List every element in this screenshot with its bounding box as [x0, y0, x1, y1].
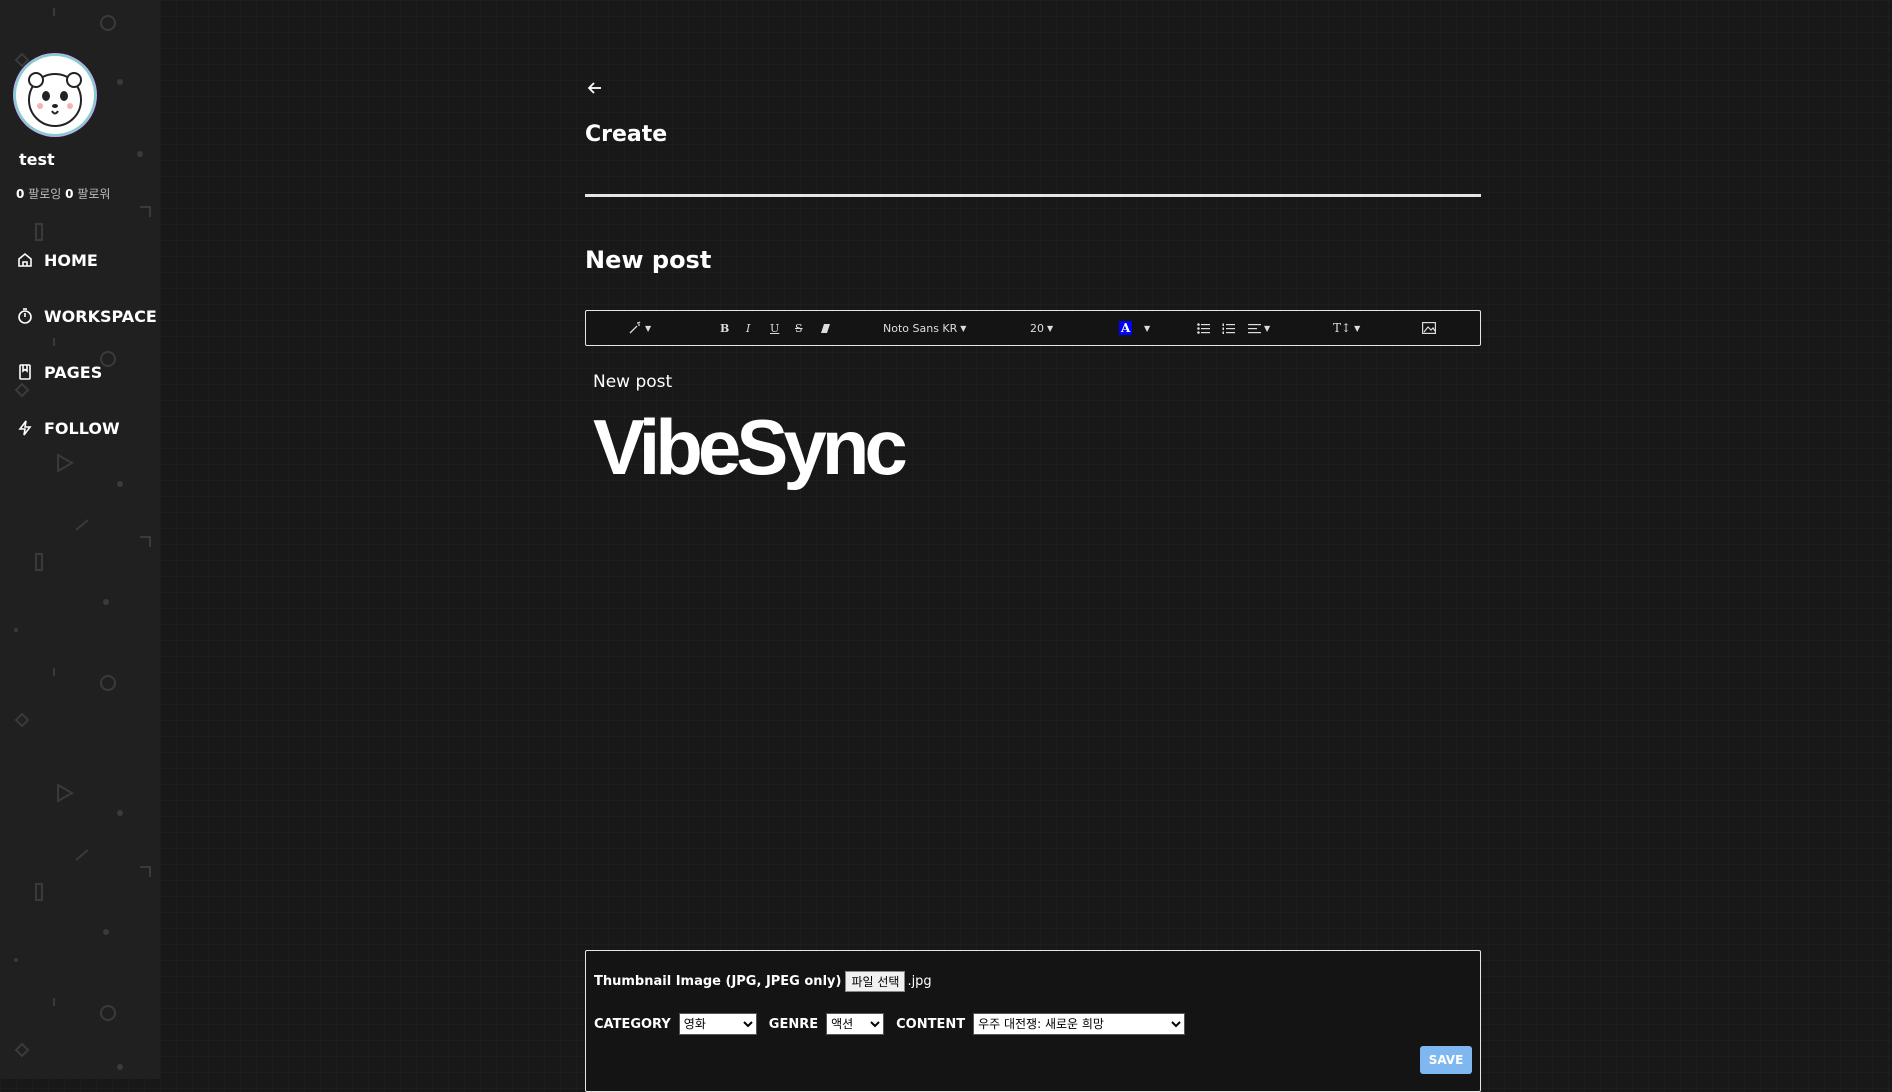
post-settings-panel: Thumbnail Image (JPG, JPEG only) 파일 선택 .… [585, 950, 1481, 1092]
editor-content[interactable]: New post VibeSync [593, 372, 1473, 932]
file-name: .jpg [907, 974, 932, 989]
content-label: CONTENT [896, 1016, 966, 1032]
text-color-dropdown[interactable]: ▼ [1141, 311, 1150, 345]
editor-toolbar: ▼ B I U S Noto Sans KR ▼ 20 ▼ A ▼ ▼ T↕ ▼ [585, 310, 1481, 346]
strikethrough-icon: S [795, 321, 803, 335]
magic-wand-icon [629, 321, 641, 334]
chevron-down-icon: ▼ [1264, 323, 1271, 333]
nav-label: WORKSPACE [44, 306, 157, 326]
following-count: 0 [16, 187, 25, 201]
book-icon [19, 364, 31, 380]
genre-select[interactable]: 액션 [826, 1013, 885, 1035]
line-height-dropdown[interactable]: T↕ ▼ [1333, 311, 1360, 345]
bullet-list-button[interactable] [1197, 311, 1210, 345]
image-icon [1422, 322, 1436, 334]
nav-item-follow[interactable]: FOLLOW [16, 400, 157, 456]
text-color-icon: A [1119, 321, 1133, 335]
clear-format-button[interactable] [820, 311, 831, 345]
font-family-dropdown[interactable]: Noto Sans KR ▼ [883, 311, 966, 345]
align-dropdown[interactable]: ▼ [1248, 311, 1270, 345]
insert-image-button[interactable] [1422, 311, 1436, 345]
bolt-icon [18, 420, 32, 436]
nav-label: PAGES [44, 362, 103, 382]
strikethrough-button[interactable]: S [795, 311, 803, 345]
avatar[interactable] [16, 56, 94, 134]
thumbnail-row: Thumbnail Image (JPG, JPEG only) 파일 선택 .… [594, 971, 932, 992]
timer-icon [18, 308, 32, 324]
chevron-down-icon: ▼ [1144, 323, 1151, 333]
nav-item-pages[interactable]: PAGES [16, 344, 157, 400]
numbered-list-icon [1222, 323, 1235, 334]
hamster-avatar-image [28, 72, 82, 127]
font-size-dropdown[interactable]: 20 ▼ [1030, 311, 1053, 345]
chevron-down-icon: ▼ [1047, 323, 1054, 333]
sidebar-nav: HOME WORKSPACE PAGES FOLLOW [16, 232, 157, 456]
divider [585, 194, 1481, 197]
style-dropdown[interactable]: ▼ [628, 311, 651, 345]
nav-label: FOLLOW [44, 418, 120, 438]
followers-label[interactable]: 팔로워 [77, 187, 110, 201]
category-select[interactable]: 영화 [678, 1013, 757, 1035]
bold-button[interactable]: B [720, 311, 729, 345]
sidebar: test 0 팔로잉 0 팔로워 HOME WORKSPACE PAGES FO… [0, 0, 160, 1079]
followers-count: 0 [65, 187, 74, 201]
italic-icon: I [746, 321, 751, 335]
svg-text:VibeSync: VibeSync [593, 403, 906, 491]
font-size-value: 20 [1030, 321, 1044, 335]
save-button[interactable]: SAVE [1420, 1046, 1472, 1074]
genre-label: GENRE [768, 1016, 819, 1032]
text-color-button[interactable]: A [1119, 311, 1133, 345]
bullet-list-icon [1197, 322, 1210, 334]
post-title-input[interactable] [585, 240, 1185, 280]
follow-stats: 0 팔로잉 0 팔로워 [16, 185, 110, 202]
editor-text: New post [593, 372, 673, 392]
nav-item-home[interactable]: HOME [16, 232, 157, 288]
chevron-down-icon: ▼ [960, 323, 967, 333]
category-label: CATEGORY [594, 1016, 671, 1032]
underline-button[interactable]: U [770, 311, 779, 345]
page-title: Create [585, 122, 668, 147]
username: test [19, 150, 55, 169]
following-label[interactable]: 팔로잉 [28, 187, 61, 201]
underline-icon: U [770, 321, 780, 335]
italic-button[interactable]: I [746, 311, 750, 345]
file-select-button[interactable]: 파일 선택 [845, 971, 906, 992]
nav-label: HOME [44, 250, 98, 270]
chevron-down-icon: ▼ [645, 323, 652, 333]
vibesync-logo: VibeSync [593, 403, 911, 491]
back-arrow-icon[interactable] [585, 78, 605, 98]
numbered-list-button[interactable] [1222, 311, 1235, 345]
metadata-row: CATEGORY 영화 GENRE 액션 CONTENT 우주 대전쟁: 새로운… [594, 1013, 1197, 1035]
eraser-icon [821, 323, 830, 333]
content-select[interactable]: 우주 대전쟁: 새로운 희망 [973, 1013, 1186, 1035]
nav-item-workspace[interactable]: WORKSPACE [16, 288, 157, 344]
thumbnail-label: Thumbnail Image (JPG, JPEG only) [594, 974, 842, 989]
chevron-down-icon: ▼ [1354, 323, 1361, 333]
line-height-icon: T↕ [1333, 321, 1352, 335]
align-left-icon [1248, 323, 1261, 333]
home-icon [18, 252, 32, 267]
bold-icon: B [720, 321, 730, 335]
font-family-value: Noto Sans KR [883, 321, 958, 335]
